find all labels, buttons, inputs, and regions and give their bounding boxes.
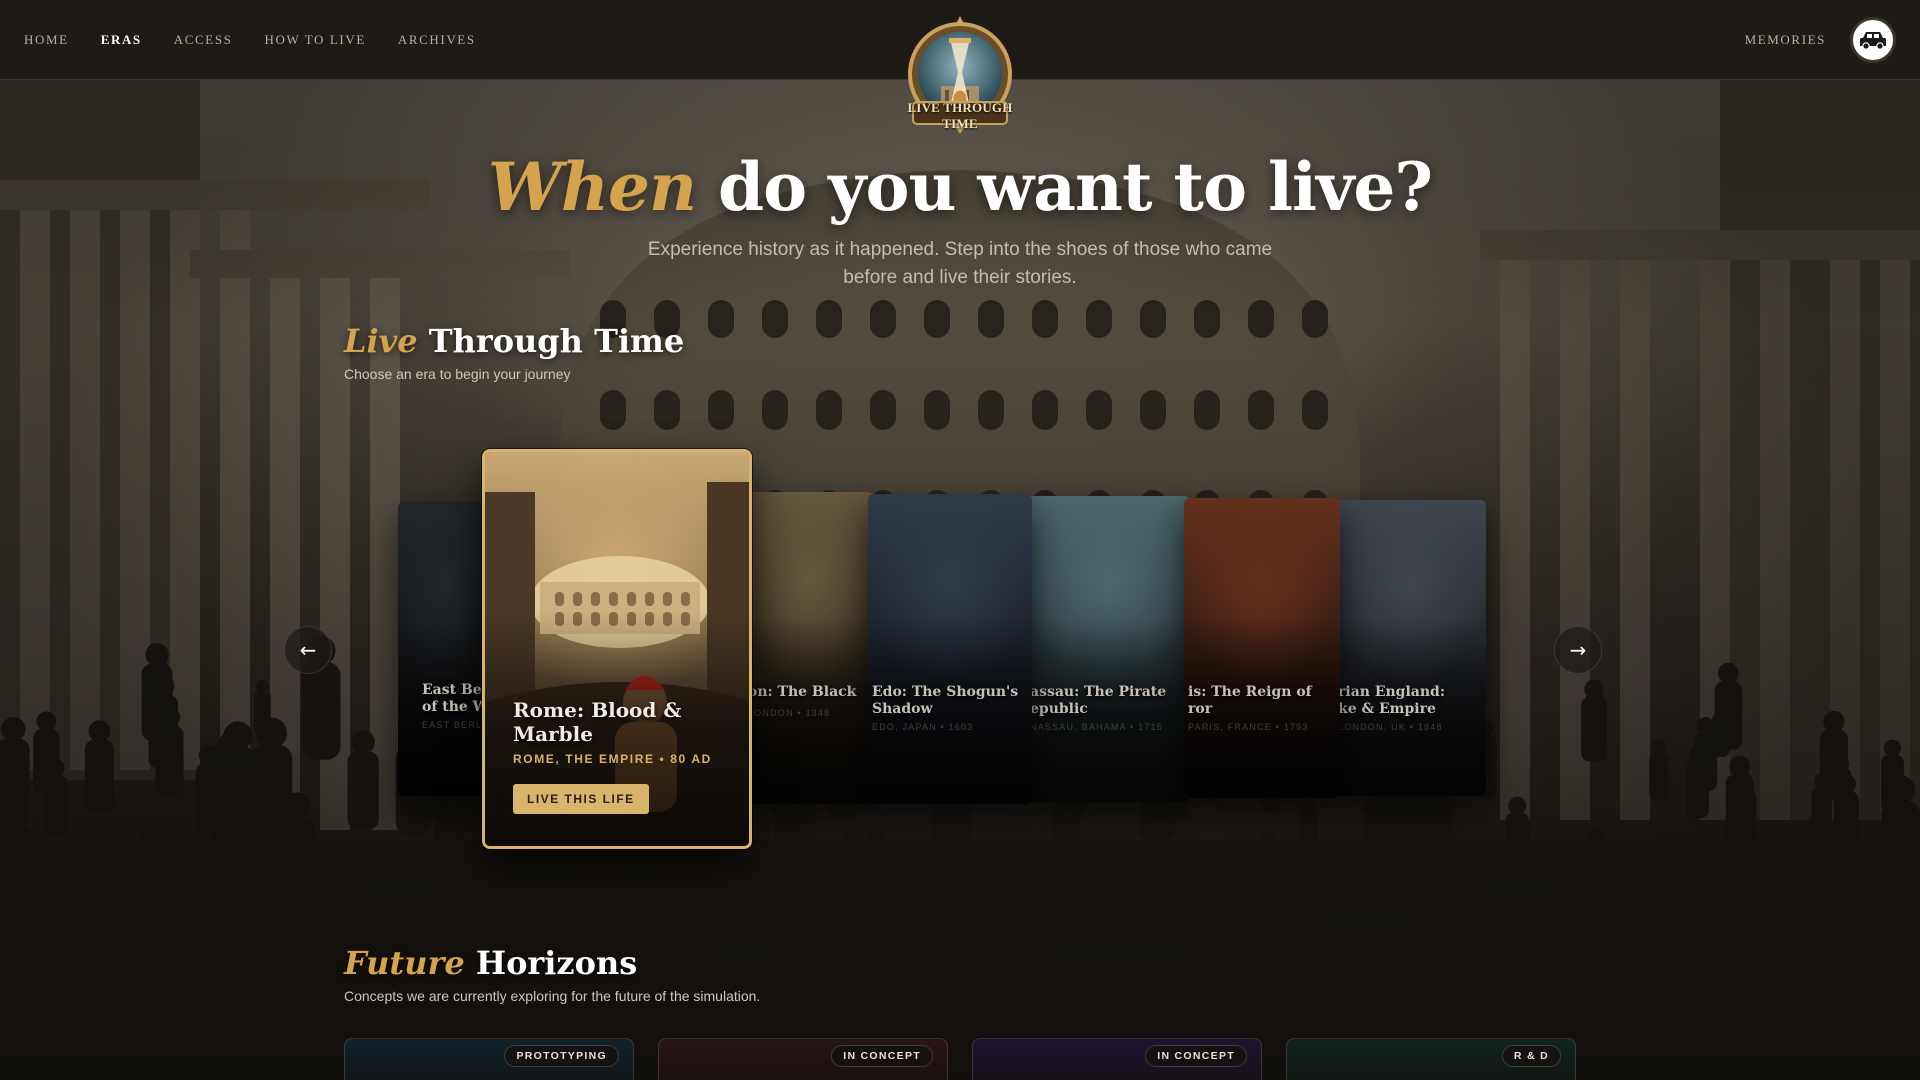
era-card-title-line: assau: The Pirate bbox=[1030, 684, 1167, 700]
era-card-title: East Ber of the W bbox=[422, 682, 489, 716]
future-concept-card[interactable]: R & D bbox=[1286, 1038, 1576, 1080]
era-card-meta: PARIS, FRANCE • 1793 bbox=[1188, 722, 1309, 732]
logo-text: LIVE THROUGH TIME bbox=[907, 100, 1013, 131]
nav-link-archives[interactable]: ARCHIVES bbox=[398, 32, 476, 48]
nav-links: HOME ERAS ACCESS HOW TO LIVE ARCHIVES bbox=[24, 32, 476, 48]
era-card-meta: EAST BERLI bbox=[422, 720, 486, 730]
future-section-subtitle: Concepts we are currently exploring for … bbox=[344, 988, 761, 1004]
era-card-title-line: Rome: Blood & Marble bbox=[513, 698, 682, 746]
car-icon bbox=[1860, 31, 1886, 50]
nav-link-access[interactable]: ACCESS bbox=[174, 32, 233, 48]
hero-subtitle: Experience history as it happened. Step … bbox=[647, 239, 1273, 288]
era-card-meta: LONDON • 1348 bbox=[748, 708, 831, 718]
era-card-meta: ROME, THE EMPIRE • 80 AD bbox=[513, 752, 712, 766]
hero-title-accent: When bbox=[487, 148, 697, 226]
era-card-meta: NASSAU, BAHAMA • 1715 bbox=[1030, 722, 1163, 732]
era-card[interactable]: rian England: ke & Empire LONDON, UK • 184… bbox=[1334, 500, 1486, 796]
future-concept-card[interactable]: IN CONCEPT bbox=[658, 1038, 948, 1080]
live-section-title-rest: Through Time bbox=[417, 322, 685, 360]
era-card-title-line: is: The Reign of bbox=[1188, 684, 1312, 700]
era-card[interactable]: East Ber of the W EAST BERLI bbox=[398, 502, 490, 796]
status-badge: IN CONCEPT bbox=[831, 1045, 933, 1067]
era-card[interactable]: Edo: The Shogun's Shadow EDO, JAPAN • 1603 bbox=[868, 494, 1032, 804]
avatar[interactable] bbox=[1850, 16, 1896, 63]
hero-title-rest: do you want to live? bbox=[695, 148, 1433, 226]
era-card-title: Edo: The Shogun's Shadow bbox=[872, 684, 1018, 718]
era-card-meta: EDO, JAPAN • 1603 bbox=[872, 722, 974, 732]
memories-link[interactable]: MEMORIES bbox=[1745, 32, 1826, 48]
status-badge: R & D bbox=[1501, 1045, 1561, 1067]
future-concept-card[interactable]: IN CONCEPT bbox=[972, 1038, 1262, 1080]
carousel-next-button[interactable]: → bbox=[1554, 626, 1602, 674]
era-card-title-line: ror bbox=[1188, 701, 1213, 717]
era-card-title: assau: The Pirate epublic bbox=[1030, 684, 1166, 718]
arrow-left-icon: ← bbox=[299, 638, 317, 662]
era-card-title-line: on: The Black bbox=[748, 684, 857, 700]
era-card-title-line: ke & Empire bbox=[1338, 701, 1436, 717]
era-card[interactable]: assau: The Pirate epublic NASSAU, BAHAMA •… bbox=[1026, 496, 1190, 802]
era-card-title: Rome: Blood & Marble bbox=[513, 698, 713, 746]
era-card-title: on: The Black bbox=[748, 684, 856, 701]
arrow-right-icon: → bbox=[1569, 638, 1587, 662]
era-card[interactable]: on: The Black LONDON • 1348 bbox=[744, 492, 874, 804]
era-card-title-line: Edo: The Shogun's bbox=[872, 684, 1019, 700]
status-badge: PROTOTYPING bbox=[504, 1045, 619, 1067]
nav-link-eras[interactable]: ERAS bbox=[101, 32, 142, 48]
live-section-subtitle: Choose an era to begin your journey bbox=[344, 366, 571, 382]
nav-link-home[interactable]: HOME bbox=[24, 32, 69, 48]
era-card-title: is: The Reign of ror bbox=[1188, 684, 1312, 718]
era-card[interactable]: is: The Reign of ror PARIS, FRANCE • 1793 bbox=[1184, 498, 1340, 798]
future-section-title-rest: Horizons bbox=[464, 944, 638, 982]
era-card-title-line: epublic bbox=[1030, 701, 1088, 717]
era-card-title-line: East Ber bbox=[422, 682, 490, 698]
hero-title: When do you want to live? bbox=[0, 148, 1920, 226]
carousel-prev-button[interactable]: ← bbox=[284, 626, 332, 674]
era-card-title-line: of the W bbox=[422, 699, 489, 715]
era-card-title-line: Shadow bbox=[872, 701, 933, 717]
future-section-title: Future Horizons bbox=[344, 944, 637, 982]
site-logo[interactable]: LIVE THROUGH TIME bbox=[893, 16, 1027, 142]
nav-right: MEMORIES bbox=[1745, 16, 1896, 63]
live-section-title: Live Through Time bbox=[344, 322, 684, 360]
era-card-title: rian England: ke & Empire bbox=[1338, 684, 1445, 718]
future-section-title-accent: Future bbox=[344, 944, 465, 982]
era-card[interactable]: Rome: Blood & Marble ROME, THE EMPIRE • 8… bbox=[482, 449, 752, 849]
status-badge: IN CONCEPT bbox=[1145, 1045, 1247, 1067]
era-card-meta: LONDON, UK • 1848 bbox=[1338, 722, 1443, 732]
live-section-title-accent: Live bbox=[344, 322, 418, 360]
nav-link-how-to-live[interactable]: HOW TO LIVE bbox=[265, 32, 366, 48]
era-card-title-line: rian England: bbox=[1338, 684, 1445, 700]
live-this-life-button[interactable]: LIVE THIS LIFE bbox=[513, 784, 649, 814]
future-concept-card[interactable]: PROTOTYPING bbox=[344, 1038, 634, 1080]
